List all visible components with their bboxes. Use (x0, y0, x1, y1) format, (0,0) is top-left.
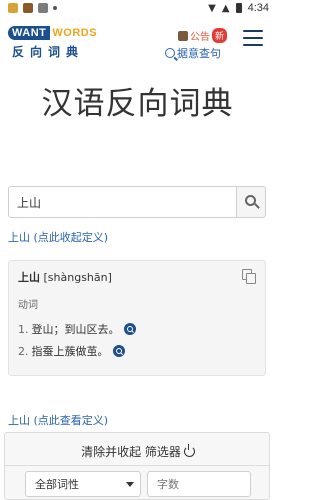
wantwords-logo[interactable]: WANT WORDS 反向词典 (8, 24, 108, 60)
hamburger-line (243, 44, 263, 46)
dot-icon (53, 6, 57, 10)
part-of-speech: 动词 (18, 300, 38, 311)
chevron-down-icon (126, 482, 134, 487)
logo-wordmark: WANT WORDS (8, 24, 108, 41)
status-time: 4:34 (247, 2, 269, 14)
logo-chinese: 反向词典 (12, 45, 85, 59)
location-icon: ▼ (208, 2, 216, 14)
menu-button[interactable] (243, 30, 263, 46)
clear-filter-button[interactable]: 清除并收起 筛选器 (5, 443, 271, 460)
definition-word: 上山 (18, 271, 40, 284)
power-icon (183, 444, 195, 457)
sense-number: 1. (18, 322, 29, 336)
view-definition-link[interactable]: 上山 (点此查看定义) (8, 412, 108, 428)
logo-want: WANT (8, 25, 51, 40)
megaphone-icon (178, 30, 188, 41)
definition-sense: 2. 指蚕上蔟做茧。 (18, 343, 125, 359)
notice-link[interactable]: 公告 新 (178, 28, 228, 43)
search-bar (8, 186, 266, 218)
sense-text: 登山；到山区去。 (31, 323, 120, 336)
notification-icon (38, 3, 48, 13)
new-badge: 新 (212, 28, 228, 43)
notification-icon (8, 3, 18, 13)
reverse-search-link[interactable]: 据意查句 (165, 45, 221, 61)
sense-text: 指蚕上蔟做茧。 (31, 345, 109, 358)
search-icon (245, 195, 256, 206)
status-system: ▼ ▲ 4:34 (208, 2, 269, 14)
page-title: 汉语反向词典 (41, 86, 234, 122)
part-of-speech-select-value: 全部词性 (35, 478, 79, 491)
divider (5, 465, 269, 466)
search-button[interactable] (236, 186, 266, 218)
search-icon (165, 48, 175, 58)
search-sense-icon[interactable] (112, 345, 125, 357)
notice-label: 公告 (190, 32, 210, 43)
copy-icon[interactable] (242, 269, 256, 284)
definition-card: 上山 [shàngshān] 动词 1. 登山；到山区去。 2. 指蚕上蔟做茧。 (8, 260, 266, 376)
clear-filter-label: 清除并收起 筛选器 (81, 445, 181, 459)
hamburger-icon (243, 30, 263, 32)
definition-pinyin: [shàngshān] (43, 271, 112, 284)
sense-number: 2. (18, 344, 29, 358)
collapse-definition-link[interactable]: 上山 (点此收起定义) (8, 229, 108, 245)
search-sense-icon[interactable] (123, 323, 136, 335)
top-bar: WANT WORDS 反向词典 公告 新 据意查句 (0, 18, 275, 66)
status-bar: ▼ ▲ 4:34 (0, 0, 275, 18)
definition-sense: 1. 登山；到山区去。 (18, 321, 136, 337)
reverse-search-label: 据意查句 (177, 47, 221, 60)
filter-panel: 清除并收起 筛选器 全部词性 (4, 432, 270, 500)
battery-icon (235, 3, 242, 13)
notification-icon (23, 3, 33, 13)
logo-words: WORDS (52, 26, 98, 39)
search-input[interactable] (8, 186, 236, 218)
char-count-input[interactable] (147, 471, 251, 497)
part-of-speech-select[interactable]: 全部词性 (25, 471, 141, 497)
wifi-icon: ▲ (221, 2, 230, 14)
status-notifications (8, 3, 57, 13)
hamburger-line (243, 37, 263, 39)
definition-header: 上山 [shàngshān] (18, 269, 112, 285)
